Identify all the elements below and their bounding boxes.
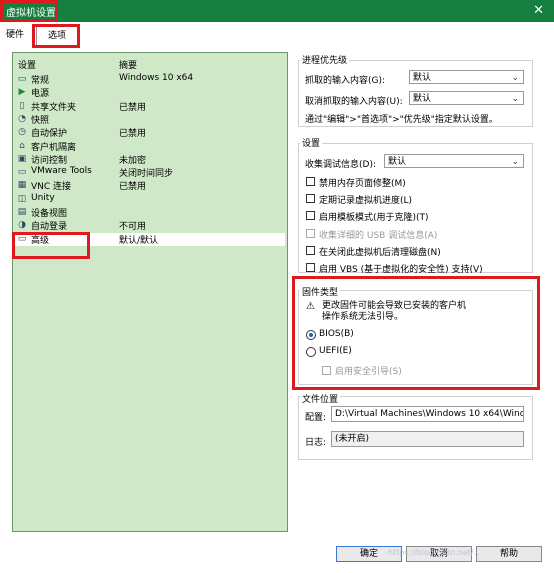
autoprotect-icon: ◷ <box>18 127 26 138</box>
list-item[interactable]: ◑ 自动登录 不可用 <box>15 219 285 232</box>
list-item-name: VMware Tools <box>31 166 92 177</box>
title-bar: 虚拟机设置 ✕ <box>0 0 554 22</box>
shared-folder-icon: ▯ <box>19 100 25 111</box>
list-item[interactable]: ◷ 自动保护 已禁用 <box>15 126 285 139</box>
setting-checkbox-label[interactable]: 启用 VBS (基于虚拟化的安全性) 支持(V) <box>319 262 483 275</box>
priority-note: 通过"编辑">"首选项">"优先级"指定默认设置。 <box>305 115 498 125</box>
setting-checkbox-label[interactable]: 定期记录虚拟机进度(L) <box>319 193 412 206</box>
list-item[interactable]: ▭ VMware Tools 关闭时间同步 <box>15 166 285 179</box>
help-button[interactable]: 帮助 <box>476 546 542 562</box>
list-item-summary: 已禁用 <box>119 182 147 193</box>
list-item-name: 电源 <box>31 89 50 100</box>
firmware-warning: 更改固件可能会导致已安装的客户机 操作系统无法引导。 <box>322 301 467 322</box>
log-field[interactable]: (未开启) <box>331 431 524 447</box>
chevron-down-icon: ⌄ <box>511 94 519 104</box>
chevron-down-icon: ⌄ <box>511 73 519 83</box>
list-item-summary: 已禁用 <box>119 102 147 113</box>
settings-title: 设置 <box>300 136 323 149</box>
ungrab-label: 取消抓取的输入内容(U): <box>305 97 403 107</box>
setting-checkbox[interactable] <box>306 194 315 204</box>
list-item-summary: Windows 10 x64 <box>119 73 194 83</box>
secure-boot-checkbox[interactable] <box>322 366 331 375</box>
window-title: 虚拟机设置 <box>6 8 56 19</box>
grab-value: 默认 <box>413 73 432 83</box>
list-item-name: 访问控制 <box>31 155 68 166</box>
debug-value: 默认 <box>388 157 407 167</box>
snapshot-icon: ◔ <box>18 113 26 124</box>
list-item[interactable]: ▯ 共享文件夹 已禁用 <box>15 100 285 113</box>
list-item[interactable]: ▣ 访问控制 未加密 <box>15 153 285 166</box>
grab-select[interactable]: 默认 ⌄ <box>409 70 524 84</box>
vmware-tools-icon: ▭ <box>17 167 27 178</box>
setting-checkbox-label[interactable]: 在关闭此虚拟机后清理磁盘(N) <box>319 245 441 258</box>
vnc-icon: ▦ <box>17 180 27 191</box>
list-item-name: 常规 <box>31 76 50 86</box>
list-item-name: 设备视图 <box>31 209 68 219</box>
setting-checkbox-label[interactable]: 收集详细的 USB 调试信息(A) <box>319 228 437 241</box>
setting-checkbox[interactable] <box>306 211 315 221</box>
list-item-name: Unity <box>31 192 55 203</box>
config-label: 配置: <box>305 413 327 423</box>
autologin-icon: ◑ <box>18 220 26 231</box>
config-field[interactable]: D:\Virtual Machines\Windows 10 x64\Windo… <box>331 406 524 422</box>
list-item-summary: 默认/默认 <box>119 235 159 246</box>
list-item-name: VNC 连接 <box>31 182 72 193</box>
list-item-summary: 未加密 <box>119 155 147 166</box>
tab-options[interactable]: 选项 <box>36 26 78 47</box>
log-label: 日志: <box>305 438 327 448</box>
setting-checkbox[interactable] <box>306 177 315 186</box>
list-item-name: 自动登录 <box>31 222 68 233</box>
list-item[interactable]: ▤ 设备视图 <box>15 206 285 219</box>
ungrab-value: 默认 <box>413 94 432 104</box>
list-item-name: 自动保护 <box>31 129 68 140</box>
list-item[interactable]: ◔ 快照 <box>15 113 285 126</box>
isolation-icon: ⌂ <box>19 140 25 151</box>
list-item-name: 客户机隔离 <box>31 142 77 153</box>
list-item[interactable]: ▦ VNC 连接 已禁用 <box>15 179 285 192</box>
ungrab-select[interactable]: 默认 ⌄ <box>409 91 524 105</box>
warning-icon: ⚠ <box>306 301 315 312</box>
advanced-icon: ▭ <box>17 233 27 244</box>
list-header: 设置 摘要 <box>12 56 286 71</box>
bios-label[interactable]: BIOS(B) <box>319 329 354 339</box>
list-item[interactable]: ▶ 电源 <box>15 86 285 99</box>
list-item[interactable]: ⌂ 客户机隔离 <box>15 140 285 153</box>
tab-hardware[interactable]: 硬件 <box>6 27 24 45</box>
watermark: https://blog.csdn.net/... <box>388 548 482 557</box>
priority-title: 进程优先级 <box>300 53 350 66</box>
chevron-down-icon: ⌄ <box>511 157 519 167</box>
setting-checkbox-label[interactable]: 启用模板模式(用于克隆)(T) <box>319 210 429 223</box>
debug-label: 收集调试信息(D): <box>305 160 376 170</box>
list-item[interactable]: ◫ Unity <box>15 193 285 206</box>
setting-checkbox-label[interactable]: 禁用内存页面修整(M) <box>319 176 406 189</box>
list-item-name: 高级 <box>31 235 50 246</box>
access-control-icon: ▣ <box>17 153 27 164</box>
uefi-radio[interactable] <box>306 347 316 357</box>
general-icon: ▭ <box>17 74 27 84</box>
list-item-summary: 关闭时间同步 <box>119 169 174 180</box>
list-item[interactable]: ▭ 高级 默认/默认 <box>15 232 285 246</box>
setting-checkbox[interactable] <box>306 263 315 272</box>
secure-boot-label: 启用安全引导(S) <box>335 367 402 377</box>
column-summary: 摘要 <box>119 61 138 71</box>
list-item-name: 共享文件夹 <box>31 102 77 113</box>
uefi-label[interactable]: UEFI(E) <box>319 346 352 356</box>
list-item-summary: 已禁用 <box>119 129 147 140</box>
bios-radio[interactable] <box>306 330 316 340</box>
power-icon: ▶ <box>18 87 26 98</box>
setting-checkbox[interactable] <box>306 245 315 255</box>
unity-icon: ◫ <box>17 193 27 204</box>
device-view-icon: ▤ <box>17 207 27 217</box>
firmware-title: 固件类型 <box>300 285 341 298</box>
list-item-summary: 不可用 <box>119 222 147 233</box>
setting-checkbox[interactable] <box>306 228 315 238</box>
grab-label: 抓取的输入内容(G): <box>305 76 386 86</box>
file-location-title: 文件位置 <box>300 392 341 405</box>
debug-select[interactable]: 默认 ⌄ <box>384 154 524 168</box>
column-setting: 设置 <box>18 61 37 71</box>
tab-strip <box>0 22 554 46</box>
list-item[interactable]: ▭ 常规 Windows 10 x64 <box>15 73 285 86</box>
close-icon[interactable]: ✕ <box>533 3 544 18</box>
list-item-name: 快照 <box>31 115 50 126</box>
